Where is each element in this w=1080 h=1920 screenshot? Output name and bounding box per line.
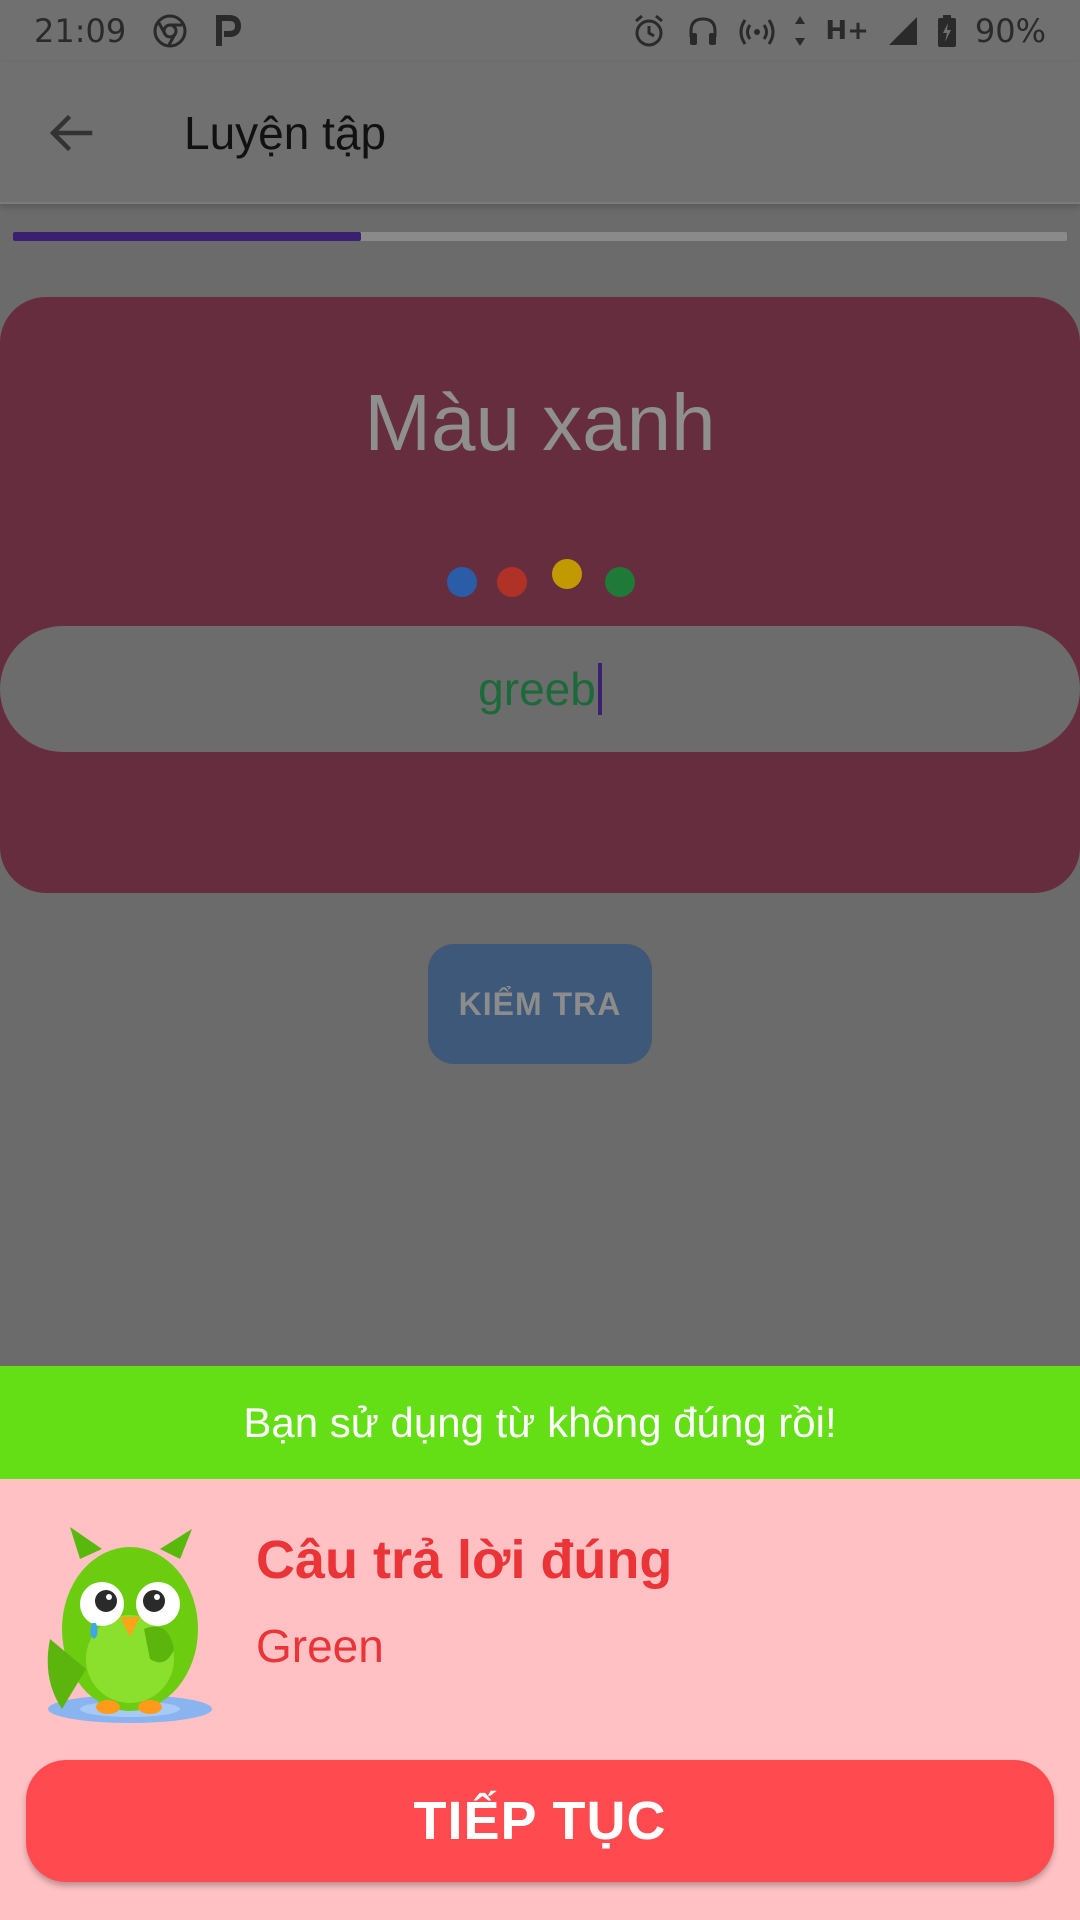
network-arrows-icon xyxy=(793,14,807,48)
answer-input[interactable]: greeb xyxy=(0,626,1080,752)
alarm-icon xyxy=(631,13,667,49)
back-button[interactable] xyxy=(38,100,104,166)
yellow-dot xyxy=(552,559,582,589)
page-title: Luyện tập xyxy=(184,107,387,159)
answer-input-value[interactable]: greeb xyxy=(478,663,602,715)
continue-button[interactable]: TIẾP TỤC xyxy=(26,1760,1054,1882)
blue-dot xyxy=(447,567,477,597)
arrow-left-icon xyxy=(49,114,93,152)
check-button[interactable]: KIỂM TRA xyxy=(428,944,652,1064)
battery-percent: 90% xyxy=(974,12,1046,50)
feedback-banner: Bạn sử dụng từ không đúng rồi! xyxy=(0,1366,1080,1479)
lesson-progress-bar xyxy=(13,232,1067,241)
parking-app-icon xyxy=(214,14,242,48)
color-dots xyxy=(0,555,1080,597)
question-card: Màu xanh greeb xyxy=(0,297,1080,893)
app-bar: Luyện tập xyxy=(0,62,1080,204)
hotspot-icon xyxy=(739,13,775,49)
signal-icon xyxy=(887,15,919,47)
green-dot xyxy=(605,567,635,597)
red-dot xyxy=(497,567,527,597)
network-type-label: H+ xyxy=(825,16,869,46)
result-title: Câu trả lời đúng xyxy=(256,1530,673,1590)
headset-icon xyxy=(685,13,721,49)
chrome-icon xyxy=(152,13,188,49)
correct-answer: Green xyxy=(256,1620,384,1672)
lesson-progress-fill xyxy=(13,232,361,241)
status-bar: 21:09 H+ 90% xyxy=(0,0,1080,62)
status-time: 21:09 xyxy=(34,12,127,50)
result-sheet: Câu trả lời đúng Green TIẾP TỤC xyxy=(0,1479,1080,1920)
question-word: Màu xanh xyxy=(364,378,716,467)
crying-owl-icon xyxy=(47,1527,212,1723)
battery-icon xyxy=(937,14,957,48)
